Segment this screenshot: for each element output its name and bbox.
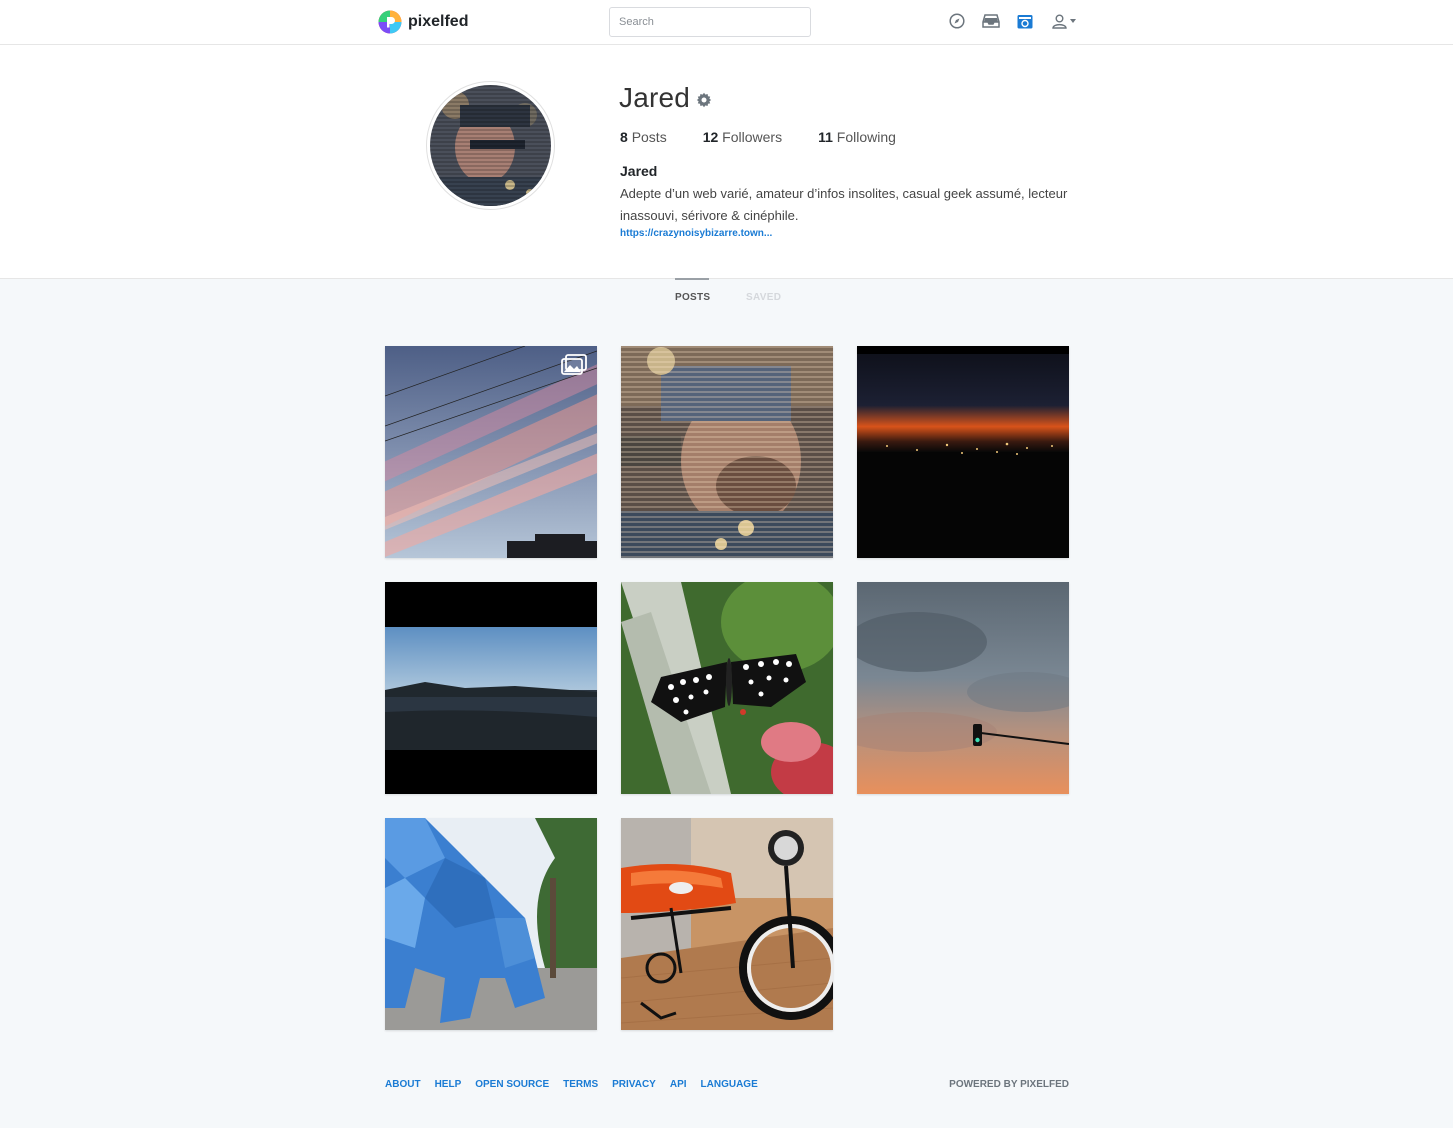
user-icon bbox=[1052, 14, 1067, 29]
footer-link-open-source[interactable]: OPEN SOURCE bbox=[475, 1079, 549, 1090]
search-input[interactable] bbox=[609, 7, 811, 37]
post-thumbnail[interactable] bbox=[385, 582, 597, 794]
brand-name: pixelfed bbox=[408, 13, 469, 30]
post-thumbnail[interactable] bbox=[621, 346, 833, 558]
display-name: Jared bbox=[620, 163, 658, 179]
posts-count[interactable]: 8 Posts bbox=[620, 129, 667, 145]
nav-icons bbox=[947, 11, 1093, 31]
navbar: pixelfed bbox=[0, 0, 1453, 45]
profile-username: Jared bbox=[619, 82, 691, 113]
active-tab-indicator bbox=[675, 278, 709, 280]
post-thumbnail[interactable] bbox=[857, 346, 1069, 558]
pixelfed-logo-icon bbox=[378, 10, 402, 34]
followers-count[interactable]: 12 Followers bbox=[703, 129, 782, 145]
camera-icon[interactable] bbox=[1015, 11, 1035, 31]
album-icon bbox=[561, 354, 587, 376]
user-menu-dropdown[interactable] bbox=[1049, 11, 1079, 31]
brand-link[interactable]: pixelfed bbox=[378, 10, 468, 34]
footer-link-about[interactable]: ABOUT bbox=[385, 1079, 421, 1090]
footer: ABOUT HELP OPEN SOURCE TERMS PRIVACY API… bbox=[385, 1079, 1069, 1090]
profile-header: Jared 8 Posts 12 Followers 11 Following … bbox=[0, 45, 1453, 279]
compass-icon[interactable] bbox=[947, 11, 967, 31]
footer-link-api[interactable]: API bbox=[670, 1079, 687, 1090]
post-thumbnail[interactable] bbox=[857, 582, 1069, 794]
following-count[interactable]: 11 Following bbox=[818, 129, 896, 145]
post-thumbnail[interactable] bbox=[385, 818, 597, 1030]
avatar-image bbox=[430, 85, 551, 206]
inbox-icon[interactable] bbox=[981, 11, 1001, 31]
chevron-down-icon bbox=[1070, 19, 1076, 23]
profile-website-link[interactable]: https://crazynoisybizarre.town... bbox=[620, 228, 772, 239]
tab-posts[interactable]: POSTS bbox=[675, 292, 710, 303]
footer-link-terms[interactable]: TERMS bbox=[563, 1079, 598, 1090]
footer-link-language[interactable]: LANGUAGE bbox=[701, 1079, 758, 1090]
footer-link-privacy[interactable]: PRIVACY bbox=[612, 1079, 656, 1090]
powered-by-link[interactable]: POWERED BY PIXELFED bbox=[949, 1079, 1069, 1090]
footer-link-help[interactable]: HELP bbox=[435, 1079, 462, 1090]
profile-bio: Adepte d’un web varié, amateur d’infos i… bbox=[620, 186, 1068, 223]
profile-stats: 8 Posts 12 Followers 11 Following bbox=[620, 129, 932, 145]
post-thumbnail[interactable] bbox=[385, 346, 597, 558]
post-thumbnail[interactable] bbox=[621, 818, 833, 1030]
avatar[interactable] bbox=[426, 81, 555, 210]
post-thumbnail[interactable] bbox=[621, 582, 833, 794]
gear-icon[interactable] bbox=[696, 92, 712, 113]
tab-saved[interactable]: SAVED bbox=[746, 292, 781, 303]
